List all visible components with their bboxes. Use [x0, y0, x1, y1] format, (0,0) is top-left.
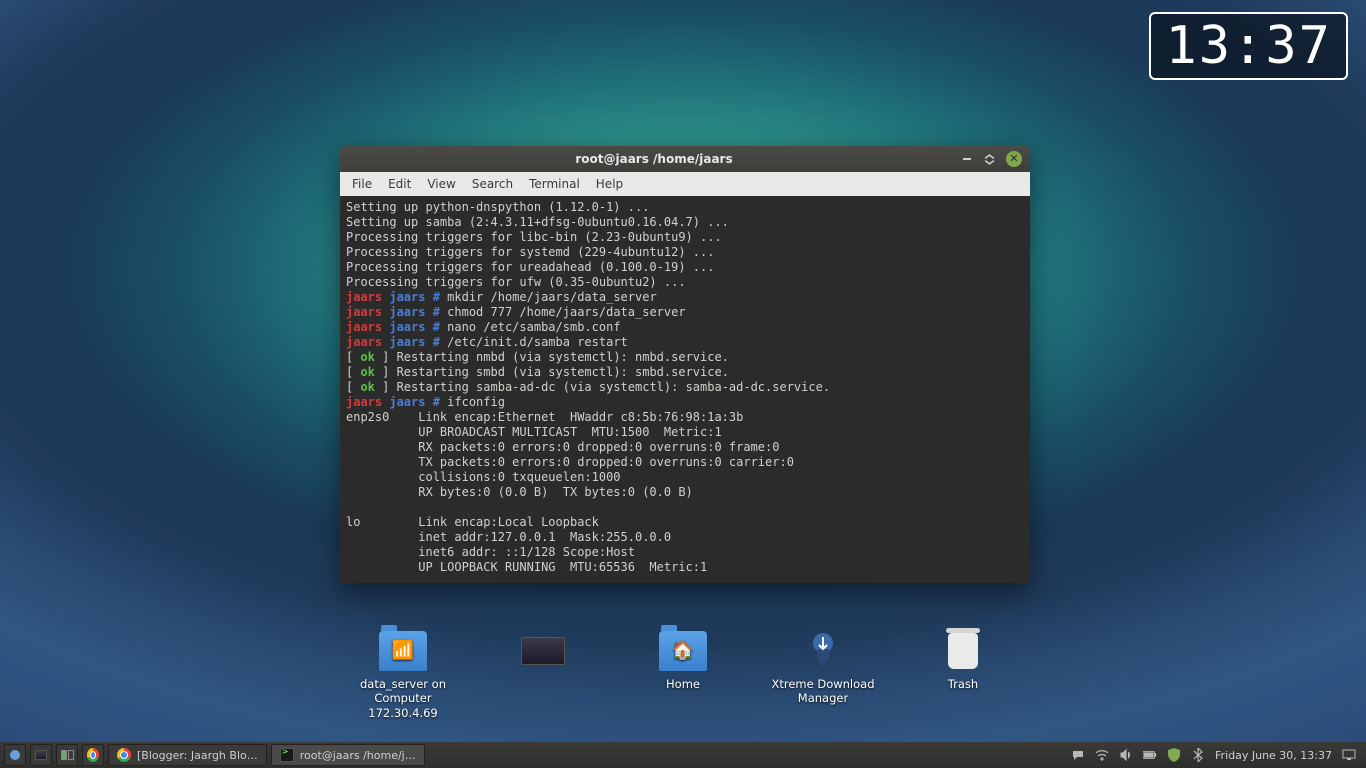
network-icon[interactable]: [1095, 748, 1109, 762]
shield-icon[interactable]: [1167, 748, 1181, 762]
chrome-icon: [87, 748, 99, 762]
chrome-icon: [117, 748, 131, 762]
applications-menu-button[interactable]: [4, 744, 26, 766]
task-label: [Blogger: Jaargh Blo…: [137, 749, 258, 762]
desktop-icon-label: Home: [623, 677, 743, 691]
trash-icon: [939, 631, 987, 671]
close-button[interactable]: ✕: [1006, 151, 1022, 167]
terminal-output[interactable]: Setting up python-dnspython (1.12.0-1) .…: [340, 196, 1030, 583]
menu-icon: [9, 749, 21, 761]
workspace-switcher[interactable]: [56, 744, 78, 766]
window-title: root@jaars /home/jaars: [348, 152, 960, 166]
desktop-icons-area: 📶 data_server on Computer 172.30.4.69 🏠 Hom…: [343, 631, 1023, 720]
desktop-icon: [519, 631, 567, 671]
taskbar-task-terminal[interactable]: root@jaars /home/j…: [271, 744, 425, 766]
terminal-window[interactable]: root@jaars /home/jaars ✕ File Edit View …: [340, 146, 1030, 583]
desktop-icon-generic-app[interactable]: [483, 631, 603, 677]
minimize-button[interactable]: [960, 153, 973, 166]
network-folder-icon: 📶: [379, 631, 427, 671]
taskbar-task-chrome[interactable]: [Blogger: Jaargh Blo…: [108, 744, 267, 766]
menu-terminal[interactable]: Terminal: [521, 173, 588, 195]
task-label: root@jaars /home/j…: [300, 749, 416, 762]
desktop-clock-widget: 13:37: [1149, 12, 1348, 80]
taskbar-datetime[interactable]: Friday June 30, 13:37: [1215, 749, 1332, 762]
system-tray: Friday June 30, 13:37: [1071, 748, 1362, 762]
session-icon[interactable]: [1342, 748, 1356, 762]
menu-file[interactable]: File: [344, 173, 380, 195]
download-manager-icon: [799, 631, 847, 671]
menu-edit[interactable]: Edit: [380, 173, 419, 195]
desktop-icon: [35, 750, 47, 760]
home-folder-icon: 🏠: [659, 631, 707, 671]
taskbar[interactable]: [Blogger: Jaargh Blo… root@jaars /home/j…: [0, 742, 1366, 768]
clock-time: 13:37: [1165, 16, 1332, 76]
volume-icon[interactable]: [1119, 748, 1133, 762]
window-controls: ✕: [960, 151, 1022, 167]
terminal-menubar: File Edit View Search Terminal Help: [340, 172, 1030, 196]
desktop-icon-label: Trash: [903, 677, 1023, 691]
workspace-icon: [61, 750, 74, 760]
desktop-icon-home-folder[interactable]: 🏠 Home: [623, 631, 743, 691]
chrome-launcher[interactable]: [82, 744, 104, 766]
desktop-icon-trash[interactable]: Trash: [903, 631, 1023, 691]
desktop-icon-label: data_server on Computer 172.30.4.69: [343, 677, 463, 720]
menu-search[interactable]: Search: [464, 173, 521, 195]
show-desktop-button[interactable]: [30, 744, 52, 766]
chat-indicator-icon[interactable]: [1071, 748, 1085, 762]
desktop-icon-label: Xtreme Download Manager: [763, 677, 883, 706]
bluetooth-icon[interactable]: [1191, 748, 1205, 762]
terminal-icon: [280, 748, 294, 762]
maximize-button[interactable]: [983, 153, 996, 166]
menu-view[interactable]: View: [419, 173, 463, 195]
menu-help[interactable]: Help: [588, 173, 631, 195]
battery-icon[interactable]: [1143, 748, 1157, 762]
desktop-icon-xtreme-download-manager[interactable]: Xtreme Download Manager: [763, 631, 883, 706]
desktop-icon-data-server-share[interactable]: 📶 data_server on Computer 172.30.4.69: [343, 631, 463, 720]
window-titlebar[interactable]: root@jaars /home/jaars ✕: [340, 146, 1030, 172]
